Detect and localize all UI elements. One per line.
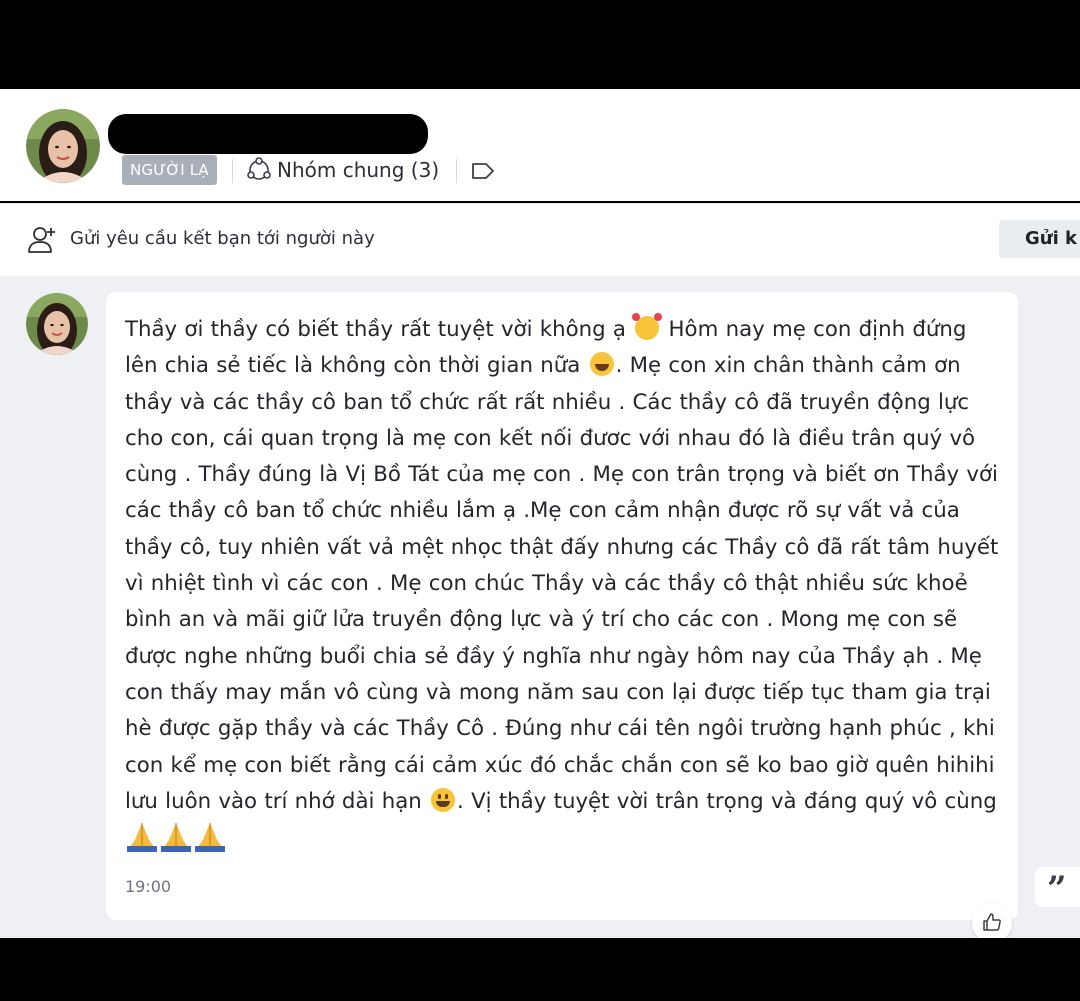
avatar[interactable] [26, 293, 88, 355]
top-blackout [0, 0, 1080, 89]
message-line: thầy cô, tuy nhiên vất vả mệt nhọc thật … [125, 534, 999, 560]
message-line: Thầy ơi thầy có biết thầy rất tuyệt vời … [125, 317, 626, 342]
divider [232, 159, 233, 183]
message-line: thầy và các thầy cô ban tổ chức rất rất … [125, 389, 970, 415]
laughing-face-icon [589, 352, 614, 377]
message-line: lưu luôn vào trí nhớ dài hạn [125, 788, 422, 814]
add-user-icon [28, 227, 55, 253]
message-line: . Vị thầy tuyệt vời trân trọng và đáng q… [457, 788, 997, 814]
bottom-blackout [0, 938, 1080, 1001]
message-text: Thầy ơi thầy có biết thầy rất tuyệt vời … [125, 312, 1005, 858]
common-groups-link[interactable]: Nhóm chung (3) [277, 156, 439, 184]
redacted-name [108, 114, 428, 154]
message-bubble[interactable]: Thầy ơi thầy có biết thầy rất tuyệt vời … [106, 292, 1018, 920]
message-line: con kể mẹ con biết rằng cái cảm xúc đó c… [125, 752, 995, 778]
thumbs-up-icon [983, 913, 1001, 931]
smiling-face-with-hearts-icon [632, 313, 663, 340]
message-line: vì nhiệt tình vì các con . Mẹ con chúc T… [125, 571, 968, 597]
message-line: các thầy cô ban tổ chức nhiều lắm ạ .Mẹ … [125, 498, 960, 524]
folded-hands-icon [125, 820, 159, 853]
folded-hands-icon [193, 820, 227, 853]
chat-header: NGƯỜI LẠ Nhóm chung (3) [0, 89, 1080, 201]
quote-button[interactable]: ” [1035, 867, 1080, 909]
stranger-badge: NGƯỜI LẠ [122, 155, 217, 185]
tag-icon[interactable] [470, 160, 496, 182]
message-line: hè được gặp thầy và các Thầy Cô . Đúng n… [125, 716, 995, 742]
divider [456, 159, 457, 183]
message-timestamp: 19:00 [125, 877, 172, 896]
group-icon [247, 157, 271, 180]
message-line: được nghe những buổi chia sẻ đầy ý nghĩa… [125, 643, 982, 669]
friend-request-bar: Gửi yêu cầu kết bạn tới người này Gửi k [0, 203, 1080, 276]
message-line: con thấy may mắn vô cùng và mong năm sau… [125, 679, 991, 705]
send-request-button[interactable]: Gửi k [999, 220, 1080, 258]
friend-request-text: Gửi yêu cầu kết bạn tới người này [70, 228, 375, 249]
message-line: Hôm nay mẹ con định đứng [668, 317, 967, 342]
avatar[interactable] [26, 109, 100, 183]
grinning-face-icon [431, 787, 456, 812]
message-line: . Mẹ con xin chân thành cảm ơn [615, 353, 961, 379]
message-line: lên chia sẻ tiếc là không còn thời gian … [125, 353, 581, 379]
message-line: cùng . Thầy đúng là Vị Bồ Tát của mẹ con… [125, 462, 998, 488]
folded-hands-icon [159, 820, 193, 853]
message-line: cho con, cái quan trọng là mẹ con kết nố… [125, 425, 976, 451]
like-button[interactable] [972, 903, 1012, 943]
chat-area: Thầy ơi thầy có biết thầy rất tuyệt vời … [0, 276, 1080, 943]
message-line: bình an và mãi giữ lửa truyền động lực v… [125, 607, 958, 633]
